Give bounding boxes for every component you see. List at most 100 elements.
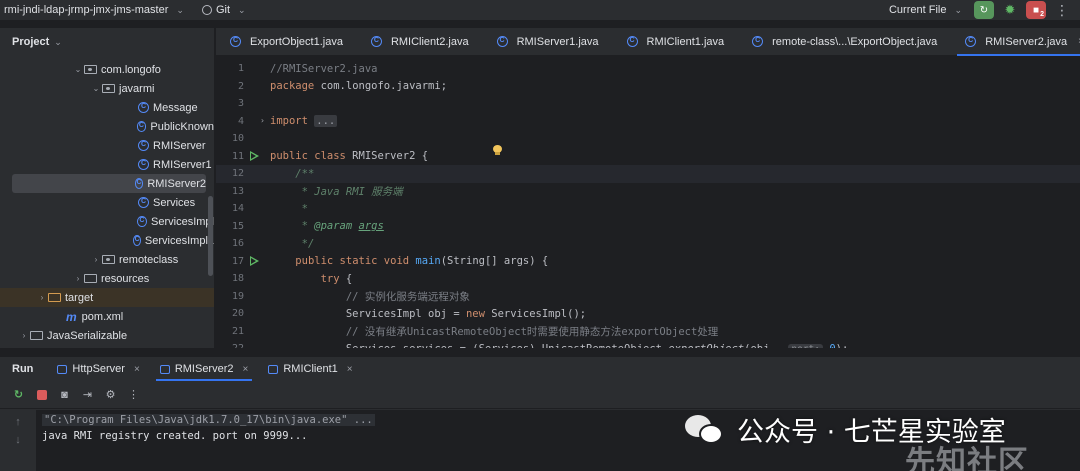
code-text: //RMIServer2.java [270, 62, 378, 75]
editor-tab[interactable]: CRMIServer2.java× [951, 28, 1080, 56]
tree-item-javaserializable[interactable]: › JavaSerializable [0, 326, 214, 345]
gutter [244, 288, 270, 305]
tree-item-servicesimpl1[interactable]: C ServicesImpl1 [0, 231, 214, 250]
run-gutter-icon[interactable] [250, 255, 259, 266]
chevron-down-icon[interactable]: ⌄ [90, 84, 102, 93]
code-text: try { [320, 272, 353, 285]
more-options-button[interactable]: ⋮ [1052, 1, 1072, 19]
tree-item-message[interactable]: C Message [0, 98, 214, 117]
editor-tab-label: RMIServer1.java [516, 35, 599, 48]
run-config-icon [57, 364, 68, 374]
tree-item-rmiserver1[interactable]: C RMIServer1 [0, 155, 214, 174]
chevron-right-icon[interactable]: › [36, 293, 48, 302]
editor-tab[interactable]: C RMIServer1.java [483, 28, 613, 56]
exit-icon[interactable]: ⇥ [81, 388, 94, 401]
stop-button[interactable] [35, 388, 48, 401]
gutter [244, 305, 270, 322]
camera-icon[interactable]: ◙ [58, 388, 71, 401]
code-text: * [295, 202, 308, 215]
code-line[interactable]: 2 package com.longofo.javarmi; [216, 78, 1080, 96]
tree-item-resources[interactable]: › resources [0, 269, 214, 288]
code-line[interactable]: 1 //RMIServer2.java [216, 60, 1080, 78]
close-icon[interactable]: × [347, 364, 353, 375]
tree-item-label: RMIServer2 [147, 177, 206, 190]
editor-tab[interactable]: C RMIClient2.java [357, 28, 483, 56]
fold-icon[interactable]: › [260, 116, 265, 125]
code-line[interactable]: 14 * [216, 200, 1080, 218]
code-line[interactable]: 4 › import ... [216, 113, 1080, 131]
gutter [244, 200, 270, 217]
package-icon [84, 65, 97, 74]
tree-item-services[interactable]: C Services [0, 193, 214, 212]
chevron-right-icon[interactable]: › [18, 331, 30, 340]
scroll-down-icon[interactable]: ↓ [0, 434, 36, 446]
tree-item-pom-xml[interactable]: m pom.xml [0, 307, 214, 326]
code-line[interactable]: 20 ServicesImpl obj = new ServicesImpl()… [216, 305, 1080, 323]
more-icon[interactable]: ⋮ [127, 388, 140, 401]
code-line[interactable]: 15 * @param args [216, 218, 1080, 236]
gutter [244, 148, 270, 165]
line-number: 12 [231, 168, 244, 180]
project-switcher[interactable]: rmi-jndi-ldap-jrmp-jmx-jms-master ⌄ [0, 4, 184, 16]
tree-item-target[interactable]: › target [0, 288, 214, 307]
debug-button[interactable]: ✹ [1000, 1, 1020, 19]
editor-tab[interactable]: Cremote-class\...\ExportObject.java [738, 28, 951, 56]
run-config-label: Current File [888, 4, 947, 16]
rerun-icon[interactable]: ↻ [12, 388, 25, 401]
code-line[interactable]: 16 */ [216, 235, 1080, 253]
chevron-down-icon: ⌄ [176, 4, 184, 15]
problems-count: 2 [1040, 11, 1044, 18]
rerun-button[interactable]: ↻ [974, 1, 994, 19]
chevron-down-icon[interactable]: ⌄ [72, 65, 84, 74]
tree-item-servicesimpl[interactable]: C ServicesImpl [0, 212, 214, 231]
tree-item-remoteclass[interactable]: › remoteclass [0, 250, 214, 269]
run-gutter-icon[interactable] [250, 150, 259, 161]
tree-item-rmiserver[interactable]: C RMIServer [0, 136, 214, 155]
line-number: 20 [231, 308, 244, 320]
project-name: rmi-jndi-ldap-jrmp-jmx-jms-master [4, 4, 169, 16]
gutter [244, 218, 270, 235]
chevron-right-icon[interactable]: › [72, 274, 84, 283]
tree-item-com-longofo[interactable]: ⌄ com.longofo [0, 60, 214, 79]
gutter [244, 130, 270, 147]
rerun-icon: ↻ [979, 4, 989, 16]
class-icon: C [133, 235, 141, 246]
chevron-down-icon: ⌄ [954, 4, 962, 15]
close-icon[interactable]: × [243, 364, 249, 375]
tree-item-rmiserver2[interactable]: C RMIServer2 [12, 174, 206, 193]
code-editor[interactable]: 1 //RMIServer2.java 2 package com.longofo.j… [216, 57, 1080, 348]
settings-icon[interactable]: ⚙ [104, 388, 117, 401]
editor-tab-label: remote-class\...\ExportObject.java [772, 35, 938, 48]
code-line[interactable]: 21 // 没有继承UnicastRemoteObject时需要使用静态方法ex… [216, 323, 1080, 341]
code-line[interactable]: 12 /** [216, 165, 1080, 183]
editor-tab[interactable]: C RMIClient1.java [613, 28, 739, 56]
code-line[interactable]: 17 public static void main(String[] args… [216, 253, 1080, 271]
tree-item-publicknown[interactable]: C PublicKnown [0, 117, 214, 136]
run-tab[interactable]: RMIClient1 × [260, 357, 360, 381]
code-line[interactable]: 10 [216, 130, 1080, 148]
run-tab[interactable]: HttpServer × [49, 357, 147, 381]
code-line[interactable]: 22 Services services = (Services) Unicas… [216, 340, 1080, 348]
project-scrollbar[interactable] [208, 196, 213, 276]
run-tab[interactable]: RMIServer2 × [152, 357, 257, 381]
class-icon: C [138, 197, 149, 208]
tree-item-javarmi[interactable]: ⌄ javarmi [0, 79, 214, 98]
code-line[interactable]: 11 public class RMIServer2 { [216, 148, 1080, 166]
project-panel-header[interactable]: Project ⌄ [0, 28, 214, 56]
class-icon: C [370, 36, 382, 47]
close-icon[interactable]: × [134, 364, 140, 375]
run-config-icon [268, 364, 279, 374]
console-gutter: ↑ ↓ [0, 410, 36, 471]
code-line[interactable]: 19 // 实例化服务端远程对象 [216, 288, 1080, 306]
code-line[interactable]: 3 [216, 95, 1080, 113]
code-text: import ... [270, 115, 338, 128]
vcs-widget[interactable]: Git ⌄ [201, 4, 246, 16]
code-text: // 实例化服务端远程对象 [345, 290, 470, 303]
scroll-up-icon[interactable]: ↑ [0, 416, 36, 428]
code-line[interactable]: 13 * Java RMI 服务端 [216, 183, 1080, 201]
editor-tab[interactable]: C ExportObject1.java [216, 28, 357, 56]
run-config-selector[interactable]: Current File ⌄ [889, 4, 962, 16]
chevron-right-icon[interactable]: › [90, 255, 102, 264]
problems-button[interactable]: ■ 2 [1026, 1, 1046, 19]
code-line[interactable]: 18 try { [216, 270, 1080, 288]
